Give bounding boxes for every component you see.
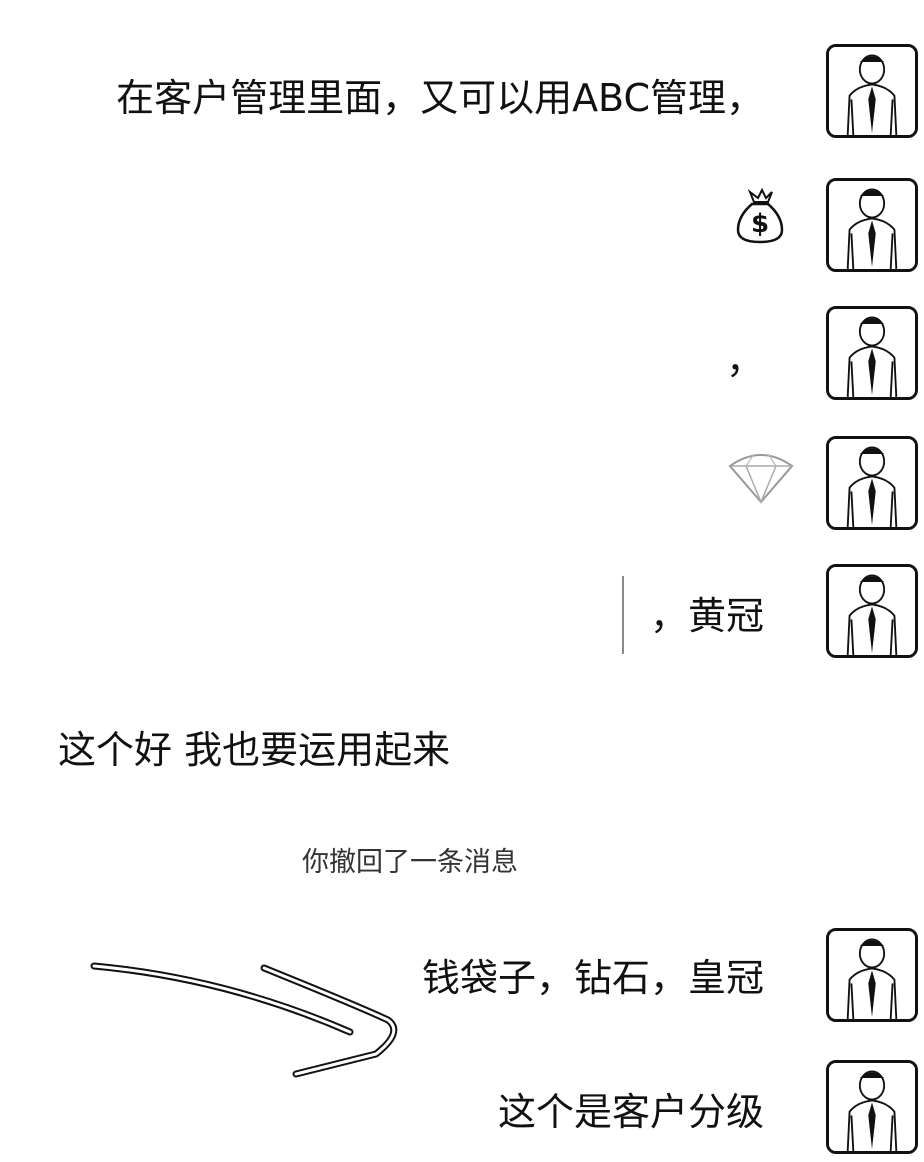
- message-text: 这个是客户分级: [497, 1090, 764, 1134]
- person-avatar-icon: [829, 567, 915, 655]
- message-text: ，黄冠: [649, 594, 764, 638]
- chat-message-6: 钱袋子，钻石，皇冠: [0, 926, 924, 1026]
- chat-message-1: 在客户管理里面，又可以用ABC管理，: [0, 40, 924, 140]
- chat-message-4: [0, 432, 924, 532]
- person-avatar-icon: [829, 47, 915, 135]
- svg-text:$: $: [751, 209, 769, 239]
- chat-message-2: $: [0, 174, 924, 274]
- chat-message-7: 这个是客户分级: [0, 1058, 924, 1162]
- message-text: ，: [725, 338, 764, 382]
- incoming-message-text: 这个好 我也要运用起来: [58, 728, 451, 772]
- person-avatar-icon: [829, 181, 915, 269]
- person-avatar-icon: [829, 931, 915, 1019]
- avatar[interactable]: [826, 44, 918, 138]
- person-avatar-icon: [829, 1063, 915, 1151]
- avatar[interactable]: [826, 1060, 918, 1154]
- avatar[interactable]: [826, 564, 918, 658]
- avatar[interactable]: [826, 306, 918, 400]
- recall-notice: 你撤回了一条消息: [302, 847, 518, 878]
- message-text: 钱袋子，钻石，皇冠: [421, 956, 764, 1000]
- chat-message-5: ，黄冠: [0, 562, 924, 662]
- avatar[interactable]: [826, 928, 918, 1022]
- money-bag-icon: $: [732, 182, 788, 246]
- message-text: 在客户管理里面，又可以用ABC管理，: [116, 76, 764, 120]
- person-avatar-icon: [829, 439, 915, 527]
- avatar[interactable]: [826, 178, 918, 272]
- avatar[interactable]: [826, 436, 918, 530]
- person-avatar-icon: [829, 309, 915, 397]
- diamond-icon: [726, 444, 796, 504]
- chat-message-3: ，: [0, 302, 924, 402]
